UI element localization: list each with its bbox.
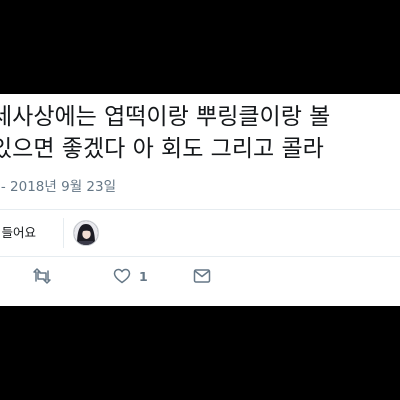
liked-by-label: 들어요	[1, 225, 36, 240]
heart-icon	[113, 268, 131, 284]
retweet-button[interactable]	[32, 265, 52, 287]
tweet-card: 세사상에는 엽떡이랑 뿌링클이랑 볼 있으면 좋겠다 아 회도 그리고 콜라 3…	[0, 94, 400, 306]
avatar-image	[74, 221, 98, 245]
envelope-icon	[193, 269, 211, 283]
retweet-icon	[33, 268, 51, 284]
tweet-text-line-1: 세사상에는 엽떡이랑 뿌링클이랑 볼	[0, 104, 331, 130]
avatar-divider	[63, 218, 64, 248]
like-button[interactable]: 1	[113, 265, 148, 287]
liked-by-link[interactable]: l 들어요	[0, 224, 36, 242]
tweet-actions: 1	[0, 257, 400, 297]
likes-row: l 들어요	[0, 210, 400, 256]
tweet-text-line-2: 있으면 좋겠다 아 회도 그리고 콜라	[0, 136, 324, 162]
direct-message-button[interactable]	[193, 265, 211, 287]
avatar[interactable]	[73, 220, 99, 246]
like-count: 1	[139, 268, 148, 284]
tweet-timestamp[interactable]: 3 - 2018년 9월 23일	[0, 178, 116, 196]
tweet-body: 세사상에는 엽떡이랑 뿌링클이랑 볼 있으면 좋겠다 아 회도 그리고 콜라	[0, 94, 400, 174]
